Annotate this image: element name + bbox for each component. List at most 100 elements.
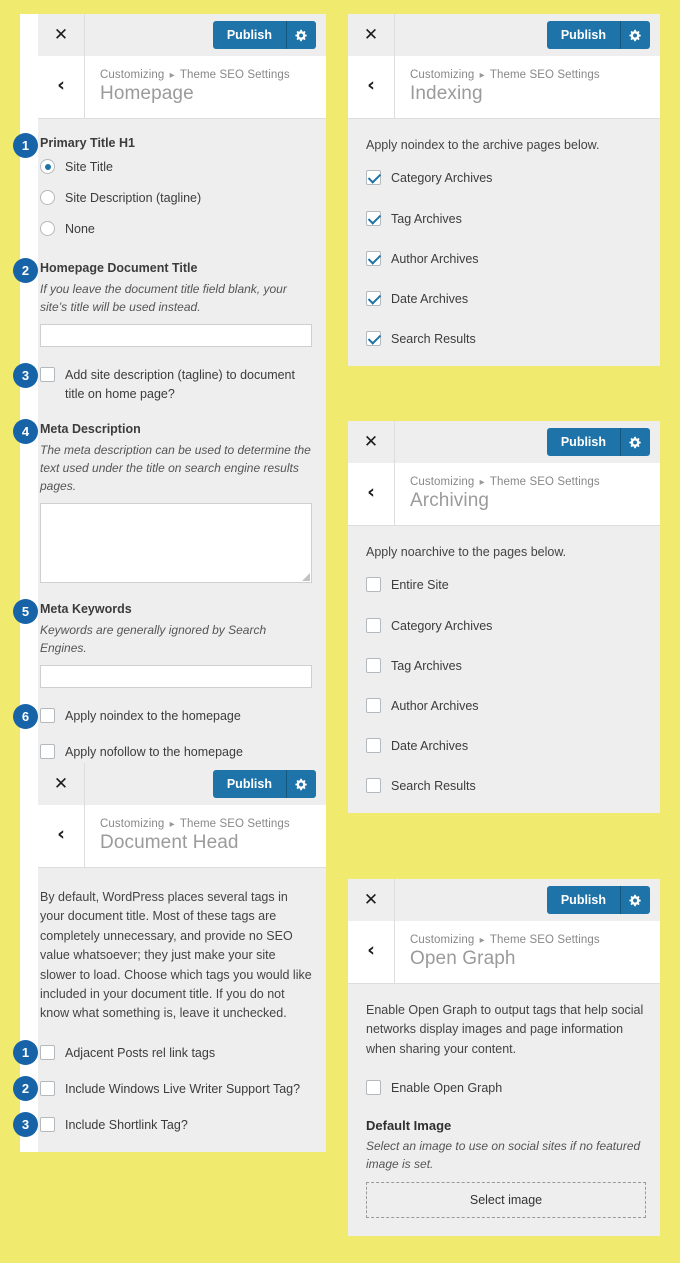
breadcrumb-section[interactable]: Theme SEO Settings — [490, 69, 600, 81]
checkbox-label: Add site description (tagline) to docume… — [65, 368, 295, 401]
breadcrumb-section[interactable]: Theme SEO Settings — [180, 69, 290, 81]
checkbox-icon[interactable] — [366, 697, 381, 713]
step-badge: 1 — [13, 133, 38, 158]
checkbox-row-date-archives[interactable]: Date Archives — [366, 290, 646, 308]
radio-option-none[interactable]: None — [40, 220, 312, 238]
checkbox-icon[interactable] — [40, 707, 55, 723]
checkbox-icon[interactable] — [366, 330, 381, 346]
panel-topbar: ✕ Publish — [348, 879, 660, 921]
breadcrumb: Customizing ▸ Theme SEO Settings — [410, 476, 660, 488]
radio-icon[interactable] — [40, 190, 55, 206]
document-title-input[interactable] — [40, 324, 312, 348]
meta-description-textarea[interactable] — [40, 502, 312, 583]
chevron-left-icon: ‹ — [57, 822, 65, 845]
checkbox-row-category-archives[interactable]: Category Archives — [366, 617, 646, 635]
panel-topbar: ✕ Publish — [348, 14, 660, 56]
breadcrumb-root[interactable]: Customizing — [410, 69, 474, 81]
gear-icon[interactable] — [287, 21, 316, 49]
checkbox-row-author-archives[interactable]: Author Archives — [366, 250, 646, 268]
publish-button[interactable]: Publish — [212, 21, 287, 49]
gear-icon[interactable] — [621, 21, 650, 49]
select-image-button[interactable]: Select image — [366, 1182, 646, 1219]
close-button[interactable]: ✕ — [38, 14, 85, 56]
checkbox-row-search-results[interactable]: Search Results — [366, 330, 646, 348]
panel-body: Enable Open Graph to output tags that he… — [348, 984, 660, 1237]
checkbox-icon[interactable] — [366, 577, 381, 593]
checkbox-row-entire-site[interactable]: Entire Site — [366, 576, 646, 594]
publish-button[interactable]: Publish — [546, 428, 621, 456]
radio-icon[interactable] — [40, 159, 55, 174]
checkbox-icon[interactable] — [366, 657, 381, 673]
radio-icon[interactable] — [40, 221, 55, 237]
checkbox-icon[interactable] — [366, 210, 381, 226]
publish-button[interactable]: Publish — [546, 21, 621, 49]
checkbox-row-tag-archives[interactable]: Tag Archives — [366, 210, 646, 228]
checkbox-row-tag-archives[interactable]: Tag Archives — [366, 657, 646, 675]
breadcrumb-section[interactable]: Theme SEO Settings — [490, 476, 600, 488]
page-title: Indexing — [410, 83, 483, 104]
back-button[interactable]: ‹ — [38, 805, 85, 867]
checkbox-icon[interactable] — [366, 290, 381, 306]
publish-button[interactable]: Publish — [212, 770, 287, 798]
close-button[interactable]: ✕ — [38, 763, 85, 805]
checkbox-icon[interactable] — [366, 617, 381, 633]
publish-button[interactable]: Publish — [546, 886, 621, 914]
checkbox-row-nofollow[interactable]: Apply nofollow to the homepage — [40, 743, 312, 761]
back-button[interactable]: ‹ — [348, 463, 395, 525]
checkbox-row-noindex[interactable]: Apply noindex to the homepage — [40, 707, 312, 725]
checkbox-icon[interactable] — [366, 778, 381, 793]
panel-header-text: Customizing ▸ Theme SEO Settings Homepag… — [85, 56, 326, 118]
checkbox-row-date-archives[interactable]: Date Archives — [366, 737, 646, 755]
page-title: Archiving — [410, 490, 490, 511]
radio-option-site-title[interactable]: Site Title — [40, 158, 312, 176]
back-button[interactable]: ‹ — [38, 56, 85, 118]
checkbox-icon[interactable] — [40, 367, 55, 383]
checkbox-row-enable-open-graph[interactable]: Enable Open Graph — [366, 1079, 646, 1097]
checkbox-row-category-archives[interactable]: Category Archives — [366, 169, 646, 187]
meta-keywords-input[interactable] — [40, 664, 312, 688]
section-default-image: Default Image Select an image to use on … — [366, 1118, 646, 1219]
back-button[interactable]: ‹ — [348, 921, 395, 983]
checkbox-icon[interactable] — [40, 1044, 55, 1060]
panel-header: ‹ Customizing ▸ Theme SEO Settings Archi… — [348, 463, 660, 526]
close-button[interactable]: ✕ — [348, 421, 395, 463]
radio-option-site-description[interactable]: Site Description (tagline) — [40, 189, 312, 207]
breadcrumb-root[interactable]: Customizing — [100, 69, 164, 81]
panel-body: By default, WordPress places several tag… — [13, 868, 326, 1152]
back-button[interactable]: ‹ — [348, 56, 395, 118]
gear-icon[interactable] — [287, 770, 316, 798]
chevron-left-icon: ‹ — [367, 480, 375, 503]
checkbox-row-search-results[interactable]: Search Results — [366, 777, 646, 795]
breadcrumb-section[interactable]: Theme SEO Settings — [490, 934, 600, 946]
checkbox-row-windows-live-writer[interactable]: 2 Include Windows Live Writer Support Ta… — [13, 1075, 312, 1101]
checkbox-icon[interactable] — [366, 170, 381, 186]
checkbox-icon[interactable] — [40, 743, 55, 759]
panel-header-text: Customizing ▸ Theme SEO Settings Indexin… — [395, 56, 660, 118]
checkbox-row-shortlink-tag[interactable]: 3 Include Shortlink Tag? — [13, 1111, 312, 1137]
publish-group: Publish — [212, 770, 316, 798]
checkbox-label: Date Archives — [391, 738, 469, 753]
checkbox-row-adjacent-posts[interactable]: 1 Adjacent Posts rel link tags — [13, 1039, 312, 1065]
section-label: Primary Title H1 — [40, 136, 135, 150]
close-button[interactable]: ✕ — [348, 14, 395, 56]
checkbox-icon[interactable] — [366, 737, 381, 753]
breadcrumb-section[interactable]: Theme SEO Settings — [180, 818, 290, 830]
panel-body: Apply noarchive to the pages below. Enti… — [348, 526, 660, 814]
close-button[interactable]: ✕ — [348, 879, 395, 921]
checkbox-icon[interactable] — [40, 1116, 55, 1132]
checkbox-icon[interactable] — [366, 250, 381, 266]
checkbox-row-author-archives[interactable]: Author Archives — [366, 697, 646, 715]
breadcrumb-root[interactable]: Customizing — [410, 934, 474, 946]
gear-icon[interactable] — [621, 428, 650, 456]
section-document-title: 2 Homepage Document Title If you leave t… — [13, 258, 312, 348]
publish-group: Publish — [546, 21, 650, 49]
checkbox-icon[interactable] — [366, 1080, 381, 1096]
checkbox-row-tagline[interactable]: Add site description (tagline) to docume… — [40, 366, 312, 402]
checkbox-icon[interactable] — [40, 1080, 55, 1096]
section-description: The meta description can be used to dete… — [40, 442, 311, 493]
section-label: Default Image — [366, 1118, 452, 1134]
breadcrumb-root[interactable]: Customizing — [410, 476, 474, 488]
gear-icon[interactable] — [621, 886, 650, 914]
breadcrumb-root[interactable]: Customizing — [100, 818, 164, 830]
section-primary-title: 1 Primary Title H1 Site Title Site Descr… — [13, 133, 312, 238]
